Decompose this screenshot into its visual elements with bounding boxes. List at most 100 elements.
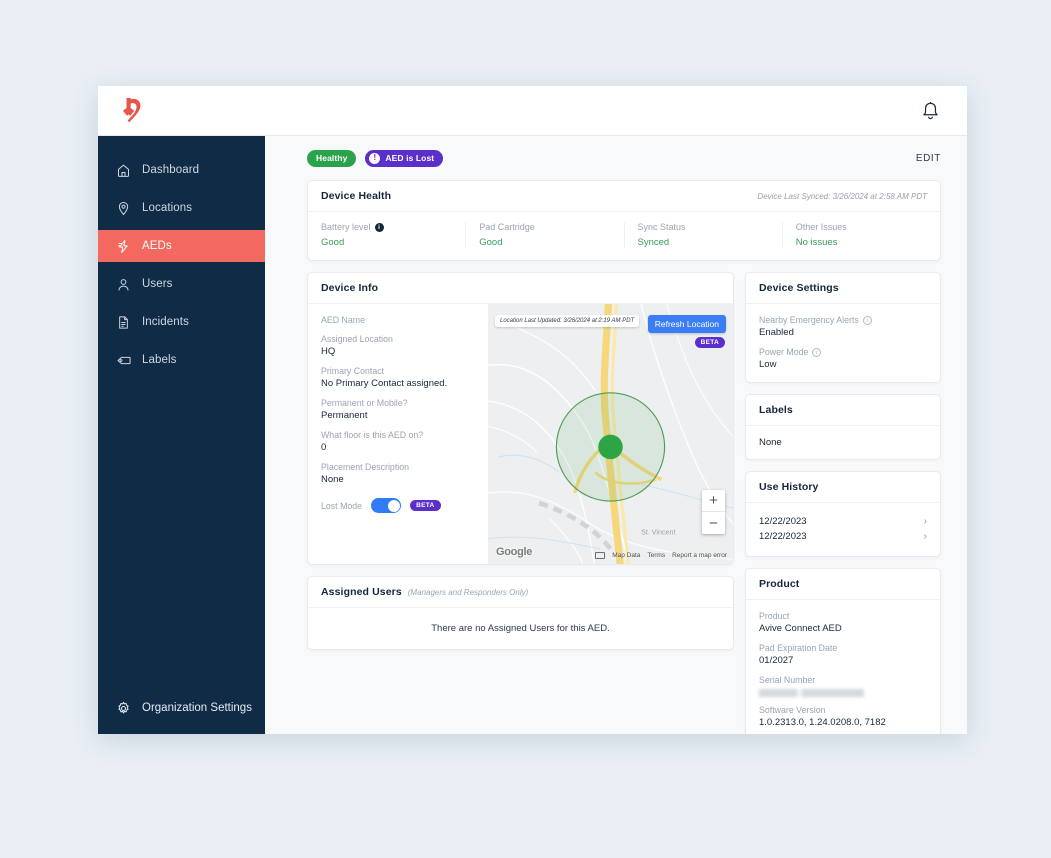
use-history-row[interactable]: 12/22/2023 › bbox=[759, 529, 927, 544]
assigned-users-subtitle: (Managers and Responders Only) bbox=[407, 587, 529, 597]
status-badge-lost[interactable]: ! AED is Lost bbox=[365, 149, 444, 167]
product-value-pad-expiration: 01/2027 bbox=[759, 655, 794, 666]
health-cell-pad-cartridge: Pad Cartridge Good bbox=[466, 222, 625, 248]
terms-link[interactable]: Terms bbox=[647, 552, 665, 559]
health-label-other-issues: Other Issues bbox=[795, 222, 847, 232]
sidebar-item-organization-settings[interactable]: Organization Settings bbox=[98, 692, 265, 724]
device-info-fields: AED Name Assigned Location HQ Primary Co… bbox=[308, 304, 488, 564]
assigned-users-header: Assigned Users (Managers and Responders … bbox=[308, 577, 733, 608]
right-column: Device Settings Nearby Emergency Alerts … bbox=[745, 272, 941, 734]
field-label-permanent-or-mobile: Permanent or Mobile? bbox=[321, 398, 408, 408]
field-placement-description: Placement Description None bbox=[321, 462, 475, 485]
body-split: Dashboard Locations AEDs Users Incidents… bbox=[98, 136, 967, 734]
use-history-card: Use History 12/22/2023 › 12/22/2023 › bbox=[745, 471, 941, 557]
sidebar-item-incidents[interactable]: Incidents bbox=[98, 306, 265, 338]
top-bar bbox=[98, 86, 967, 136]
app-window: Dashboard Locations AEDs Users Incidents… bbox=[98, 86, 967, 734]
device-last-synced: Device Last Synced: 3/26/2024 at 2:58 AM… bbox=[757, 191, 927, 201]
health-label-battery: Battery level i bbox=[321, 222, 452, 232]
labels-header: Labels bbox=[746, 395, 940, 426]
sidebar-nav: Dashboard Locations AEDs Users Incidents… bbox=[98, 154, 265, 692]
field-assigned-location: Assigned Location HQ bbox=[321, 334, 475, 357]
content-columns: Device Info AED Name Assigned Location H… bbox=[307, 272, 941, 734]
status-badge-healthy[interactable]: Healthy bbox=[307, 149, 357, 167]
assigned-users-title: Assigned Users bbox=[321, 586, 402, 598]
info-icon-power-mode[interactable]: i bbox=[812, 347, 822, 357]
setting-label-nearby-alerts: Nearby Emergency Alerts i bbox=[759, 315, 927, 325]
use-history-body: 12/22/2023 › 12/22/2023 › bbox=[746, 503, 940, 556]
product-label-product: Product bbox=[759, 611, 790, 621]
health-cell-sync-status: Sync Status Synced bbox=[625, 222, 783, 248]
health-cell-other-issues: Other Issues No issues bbox=[783, 222, 940, 248]
sidebar-label-organization-settings: Organization Settings bbox=[142, 702, 252, 714]
device-settings-title: Device Settings bbox=[759, 282, 839, 294]
use-history-header: Use History bbox=[746, 472, 940, 503]
info-icon-battery[interactable]: i bbox=[374, 222, 384, 232]
device-info-card: Device Info AED Name Assigned Location H… bbox=[307, 272, 734, 565]
field-aed-name: AED Name bbox=[321, 315, 475, 325]
google-logo: Google bbox=[496, 546, 533, 558]
map-beta-badge: BETA bbox=[694, 337, 725, 348]
device-settings-header: Device Settings bbox=[746, 273, 940, 304]
field-label-primary-contact: Primary Contact bbox=[321, 366, 385, 376]
device-settings-card: Device Settings Nearby Emergency Alerts … bbox=[745, 272, 941, 383]
bell-icon bbox=[922, 101, 938, 119]
device-settings-body: Nearby Emergency Alerts i Enabled Power … bbox=[746, 304, 940, 382]
use-history-row[interactable]: 12/22/2023 › bbox=[759, 514, 927, 529]
keyboard-shortcuts-icon[interactable] bbox=[595, 552, 606, 559]
assigned-users-card: Assigned Users (Managers and Responders … bbox=[307, 576, 734, 650]
field-value-placement-description: None bbox=[321, 474, 344, 485]
health-cell-battery: Battery level i Good bbox=[308, 222, 467, 248]
product-label-software-version: Software Version bbox=[759, 705, 826, 716]
field-permanent-or-mobile: Permanent or Mobile? Permanent bbox=[321, 398, 475, 421]
sidebar-item-labels[interactable]: Labels bbox=[98, 344, 265, 376]
health-value-battery: Good bbox=[321, 237, 345, 248]
setting-label-power-mode: Power Mode i bbox=[759, 347, 927, 357]
notifications-button[interactable] bbox=[915, 96, 945, 126]
use-history-date: 12/22/2023 bbox=[759, 516, 807, 527]
map-zoom-in-button[interactable]: + bbox=[702, 490, 725, 512]
use-history-date: 12/22/2023 bbox=[759, 531, 807, 542]
device-health-title: Device Health bbox=[321, 190, 392, 202]
report-map-error-link[interactable]: Report a map error bbox=[672, 552, 727, 559]
device-info-header: Device Info bbox=[308, 273, 733, 304]
location-last-updated: Location Last Updated: 3/26/2024 at 2:19… bbox=[495, 315, 640, 327]
product-label-serial-number: Serial Number bbox=[759, 675, 816, 685]
field-label-floor: What floor is this AED on? bbox=[321, 430, 424, 440]
main-content: Healthy ! AED is Lost EDIT Device Health… bbox=[265, 136, 967, 734]
sidebar-item-users[interactable]: Users bbox=[98, 268, 265, 300]
refresh-location-button[interactable]: Refresh Location bbox=[647, 315, 726, 333]
exclamation-circle-icon: ! bbox=[369, 152, 381, 164]
map-data-link[interactable]: Map Data bbox=[612, 552, 640, 559]
device-health-header: Device Health Device Last Synced: 3/26/2… bbox=[308, 181, 940, 212]
labels-card: Labels None bbox=[745, 394, 941, 460]
toggle-knob bbox=[387, 499, 400, 512]
sidebar-item-locations[interactable]: Locations bbox=[98, 192, 265, 224]
edit-button[interactable]: EDIT bbox=[916, 153, 941, 164]
field-value-primary-contact: No Primary Contact assigned. bbox=[321, 378, 448, 389]
lost-mode-toggle[interactable] bbox=[371, 498, 402, 513]
gear-icon bbox=[118, 701, 129, 713]
sidebar: Dashboard Locations AEDs Users Incidents… bbox=[98, 136, 265, 734]
device-info-title: Device Info bbox=[321, 282, 379, 294]
map-zoom-out-button[interactable]: − bbox=[702, 512, 725, 534]
device-health-grid: Battery level i Good Pad Cartridge Good … bbox=[308, 212, 940, 260]
location-map[interactable]: St. Vincent Location Last Updated: 3/26/… bbox=[488, 304, 733, 564]
svg-text:St. Vincent: St. Vincent bbox=[641, 529, 675, 537]
sidebar-item-aeds[interactable]: AEDs bbox=[98, 230, 265, 262]
avive-logo[interactable] bbox=[114, 95, 144, 127]
product-card: Product Product Avive Connect AED Pad Ex… bbox=[745, 568, 941, 734]
status-badge-lost-label: AED is Lost bbox=[385, 153, 435, 163]
tag-icon bbox=[117, 356, 131, 364]
health-label-battery-text: Battery level bbox=[321, 222, 371, 232]
map-footer: Map Data Terms Report a map error bbox=[595, 552, 727, 559]
product-header: Product bbox=[746, 569, 940, 600]
sidebar-item-dashboard[interactable]: Dashboard bbox=[98, 154, 265, 186]
map-zoom-controls: + − bbox=[702, 490, 725, 534]
sidebar-label-users: Users bbox=[142, 278, 173, 290]
sidebar-label-locations: Locations bbox=[142, 202, 193, 214]
product-value-serial-number-redacted bbox=[759, 689, 864, 697]
setting-value-power-mode: Low bbox=[759, 359, 777, 370]
sidebar-label-incidents: Incidents bbox=[142, 316, 189, 328]
info-icon-nearby-alerts[interactable]: i bbox=[862, 315, 872, 325]
